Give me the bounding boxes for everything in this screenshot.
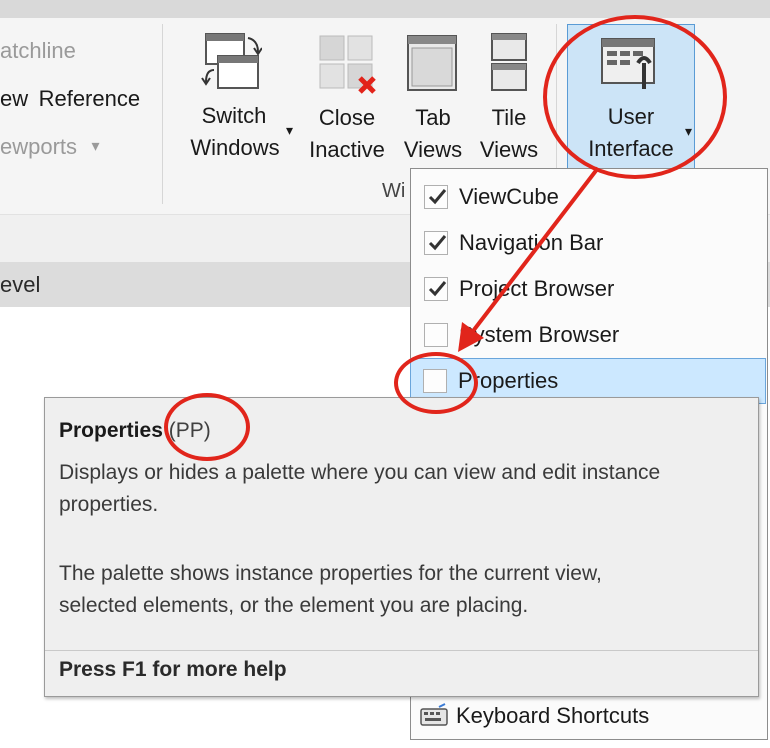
menu-item-label: System Browser [459,322,620,347]
view-reference-prefix: ew [0,86,29,111]
tab-views-label-2: Views [403,137,463,162]
tab-views-icon [407,35,457,91]
menu-item-project-browser[interactable]: Project Browser [411,266,767,312]
menu-item-navigation-bar[interactable]: Navigation Bar [411,220,767,266]
tooltip-shortcut: (PP) [168,419,211,442]
menu-item-keyboard-shortcuts[interactable]: Keyboard Shortcuts [411,693,767,739]
close-inactive-label-1: Close [318,105,376,130]
switch-windows-label-1: Switch [201,103,267,128]
tooltip-description-line: properties. [59,493,159,516]
tab-views-button[interactable]: Tab Views [400,28,466,168]
menu-item-label: Properties [458,368,559,393]
keyboard-shortcuts-icon [420,703,448,726]
checkmark-icon [428,189,447,205]
menu-item-system-browser[interactable]: System Browser [411,312,767,358]
viewports-button[interactable]: ewports ▾ [0,134,100,160]
tile-views-label-2: Views [479,137,539,162]
level-label: evel [0,272,41,297]
checkmark-icon [428,235,447,251]
tile-views-label-1: Tile [491,105,527,130]
switch-windows-icon [201,33,262,89]
tile-views-button[interactable]: Tile Views [476,28,542,168]
checkbox-navigation-bar[interactable] [424,231,448,255]
checkbox-viewcube[interactable] [424,185,448,209]
panel-label-windows: Wi [382,180,406,202]
menu-item-viewcube[interactable]: ViewCube [411,174,767,220]
user-interface-label-1: User [607,104,655,129]
view-reference-label: Reference [38,86,141,111]
close-inactive-label-2: Inactive [309,137,385,162]
tooltip-help-text: Press F1 for more help [59,658,287,681]
user-interface-button[interactable]: User Interface ▾ [567,24,695,172]
checkbox-properties[interactable] [423,369,447,393]
tooltip-divider [45,650,758,651]
tooltip-description-line: The palette shows instance properties fo… [59,562,602,585]
properties-tooltip: Properties (PP) Displays or hides a pale… [44,397,759,697]
panel-separator [162,24,163,204]
menu-item-label: ViewCube [459,184,559,209]
tooltip-description-line: Displays or hides a palette where you ca… [59,461,661,484]
view-reference-button[interactable]: ew Reference [0,86,140,112]
chevron-down-icon: ▾ [685,123,693,139]
tooltip-title-text: Properties [59,419,163,442]
close-inactive-icon [319,35,376,94]
tooltip-title: Properties (PP) [59,419,211,443]
menu-item-label: Keyboard Shortcuts [456,703,650,728]
checkmark-icon [428,281,447,297]
tile-views-icon [491,33,527,91]
user-interface-label-2: Interface [588,136,674,161]
checkbox-project-browser[interactable] [424,277,448,301]
tab-views-label-1: Tab [415,105,451,130]
menu-item-label: Project Browser [459,276,615,301]
viewports-label: ewports [0,134,78,159]
matchline-button[interactable]: atchline [0,38,76,64]
close-inactive-button[interactable]: Close Inactive [304,28,390,168]
ribbon-tab-strip [0,0,770,18]
tooltip-description-line: selected elements, or the element you ar… [59,594,529,617]
chevron-down-icon: ▾ [91,138,100,155]
switch-windows-label-2: Windows [190,135,280,160]
switch-windows-button[interactable]: Switch Windows ▾ [186,28,296,168]
checkbox-system-browser[interactable] [424,323,448,347]
chevron-down-icon: ▾ [286,122,294,138]
user-interface-icon [601,38,655,89]
menu-item-label: Navigation Bar [459,230,604,255]
